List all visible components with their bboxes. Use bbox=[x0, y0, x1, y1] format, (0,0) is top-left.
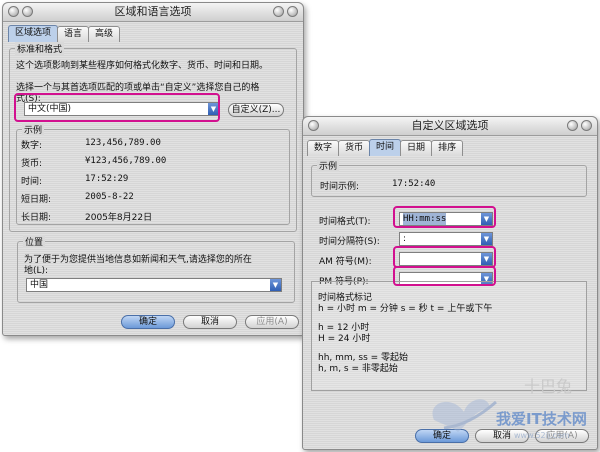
time-sample-group: 示例 时间示例: 17:52:40 bbox=[311, 159, 587, 197]
apply-button[interactable]: 应用(A) bbox=[245, 315, 299, 329]
description-text: 这个选项影响到某些程序如何格式化数字、货币、时间和日期。 bbox=[16, 61, 269, 71]
tab-languages[interactable]: 语言 bbox=[57, 26, 90, 42]
chevron-down-icon[interactable]: ▼ bbox=[270, 279, 281, 291]
location-instruction-cont: 地(L): bbox=[24, 266, 49, 276]
tab-currency[interactable]: 货币 bbox=[338, 140, 371, 156]
chevron-down-icon[interactable]: ▼ bbox=[481, 233, 492, 245]
sample-label-currency: 货币: bbox=[21, 159, 43, 169]
time-separator-value: : bbox=[403, 234, 407, 244]
time-sample-label: 时间示例: bbox=[320, 182, 360, 192]
sample-group-label: 示例 bbox=[317, 159, 340, 172]
tab-advanced[interactable]: 高级 bbox=[88, 26, 121, 42]
location-instruction: 为了便于为您提供当地信息如新闻和天气,请选择您的所在 bbox=[24, 255, 252, 265]
group-label: 标准和格式 bbox=[15, 42, 65, 55]
notation-line-5: h, m, s = 非零起始 bbox=[318, 364, 398, 374]
highlight-time-format bbox=[393, 206, 496, 228]
time-format-label: 时间格式(T): bbox=[319, 217, 371, 227]
ok-button[interactable]: 确定 bbox=[121, 315, 175, 329]
tab-date[interactable]: 日期 bbox=[400, 140, 433, 156]
location-group-label: 位置 bbox=[23, 235, 46, 248]
sample-value-time: 17:52:29 bbox=[85, 174, 129, 184]
location-value: 中国 bbox=[30, 280, 49, 290]
location-select[interactable]: 中国 ▼ bbox=[26, 278, 282, 292]
collapse-window-icon[interactable] bbox=[581, 120, 592, 131]
sample-value-number: 123,456,789.00 bbox=[85, 138, 161, 148]
close-window-icon[interactable] bbox=[308, 120, 319, 131]
region-language-dialog: 区域和语言选项 区域选项 语言 高级 标准和格式 这个选项影响到某些程序如何格式… bbox=[2, 2, 304, 336]
sample-group: 示例 数字: 123,456,789.00 货币: ¥123,456,789.0… bbox=[16, 123, 290, 225]
window-controls-left bbox=[308, 120, 319, 131]
close-window-icon[interactable] bbox=[8, 6, 19, 17]
minimize-window-icon[interactable] bbox=[22, 6, 33, 17]
ok-button[interactable]: 确定 bbox=[415, 429, 469, 443]
time-sample-value: 17:52:40 bbox=[392, 179, 436, 189]
location-group: 位置 为了便于为您提供当地信息如新闻和天气,请选择您的所在 地(L): 中国 ▼ bbox=[17, 235, 295, 303]
tab-time[interactable]: 时间 bbox=[369, 139, 402, 156]
window-title: 自定义区域选项 bbox=[411, 119, 489, 132]
tab-strip: 区域选项 语言 高级 bbox=[8, 25, 121, 42]
time-separator-label: 时间分隔符(S): bbox=[319, 237, 380, 247]
highlight-am-symbol bbox=[393, 246, 496, 268]
tab-regional-options[interactable]: 区域选项 bbox=[8, 25, 59, 42]
sample-label-long-date: 长日期: bbox=[21, 213, 52, 223]
notation-line-1: h = 小时 m = 分钟 s = 秒 t = 上午或下午 bbox=[318, 304, 493, 314]
zoom-window-icon[interactable] bbox=[273, 6, 284, 17]
notation-line-3: H = 24 小时 bbox=[318, 334, 371, 344]
window-controls-right bbox=[567, 120, 592, 131]
customize-button[interactable]: 自定义(Z)... bbox=[228, 103, 284, 117]
standards-formats-group: 标准和格式 这个选项影响到某些程序如何格式化数字、货币、时间和日期。 选择一个与… bbox=[9, 42, 297, 232]
sample-label-number: 数字: bbox=[21, 141, 43, 151]
highlight-pm-symbol bbox=[393, 266, 496, 286]
window-controls-left bbox=[8, 6, 33, 17]
sample-value-short-date: 2005-8-22 bbox=[85, 192, 134, 202]
highlight-locale bbox=[14, 93, 220, 122]
apply-button[interactable]: 应用(A) bbox=[535, 429, 589, 443]
sample-value-long-date: 2005年8月22日 bbox=[85, 213, 153, 223]
cancel-button[interactable]: 取消 bbox=[183, 315, 237, 329]
tab-sorting[interactable]: 排序 bbox=[431, 140, 464, 156]
cancel-button[interactable]: 取消 bbox=[475, 429, 529, 443]
window-title: 区域和语言选项 bbox=[114, 5, 192, 18]
sample-value-currency: ¥123,456,789.00 bbox=[85, 156, 167, 166]
zoom-window-icon[interactable] bbox=[567, 120, 578, 131]
time-notation-box: 时间格式标记 h = 小时 m = 分钟 s = 秒 t = 上午或下午 h =… bbox=[311, 281, 587, 391]
collapse-window-icon[interactable] bbox=[287, 6, 298, 17]
sample-label-time: 时间: bbox=[21, 177, 43, 187]
sample-group-label: 示例 bbox=[22, 123, 45, 136]
tab-numbers[interactable]: 数字 bbox=[307, 140, 340, 156]
choose-instruction: 选择一个与其首选项匹配的项或单击“自定义”选择您自己的格 bbox=[16, 83, 260, 93]
window-controls-right bbox=[273, 6, 298, 17]
sample-label-short-date: 短日期: bbox=[21, 195, 52, 205]
tab-strip: 数字 货币 时间 日期 排序 bbox=[307, 139, 464, 156]
title-bar[interactable]: 区域和语言选项 bbox=[3, 3, 303, 22]
time-separator-select[interactable]: : ▼ bbox=[399, 232, 493, 246]
am-symbol-label: AM 符号(M): bbox=[319, 257, 372, 267]
title-bar[interactable]: 自定义区域选项 bbox=[303, 117, 597, 136]
